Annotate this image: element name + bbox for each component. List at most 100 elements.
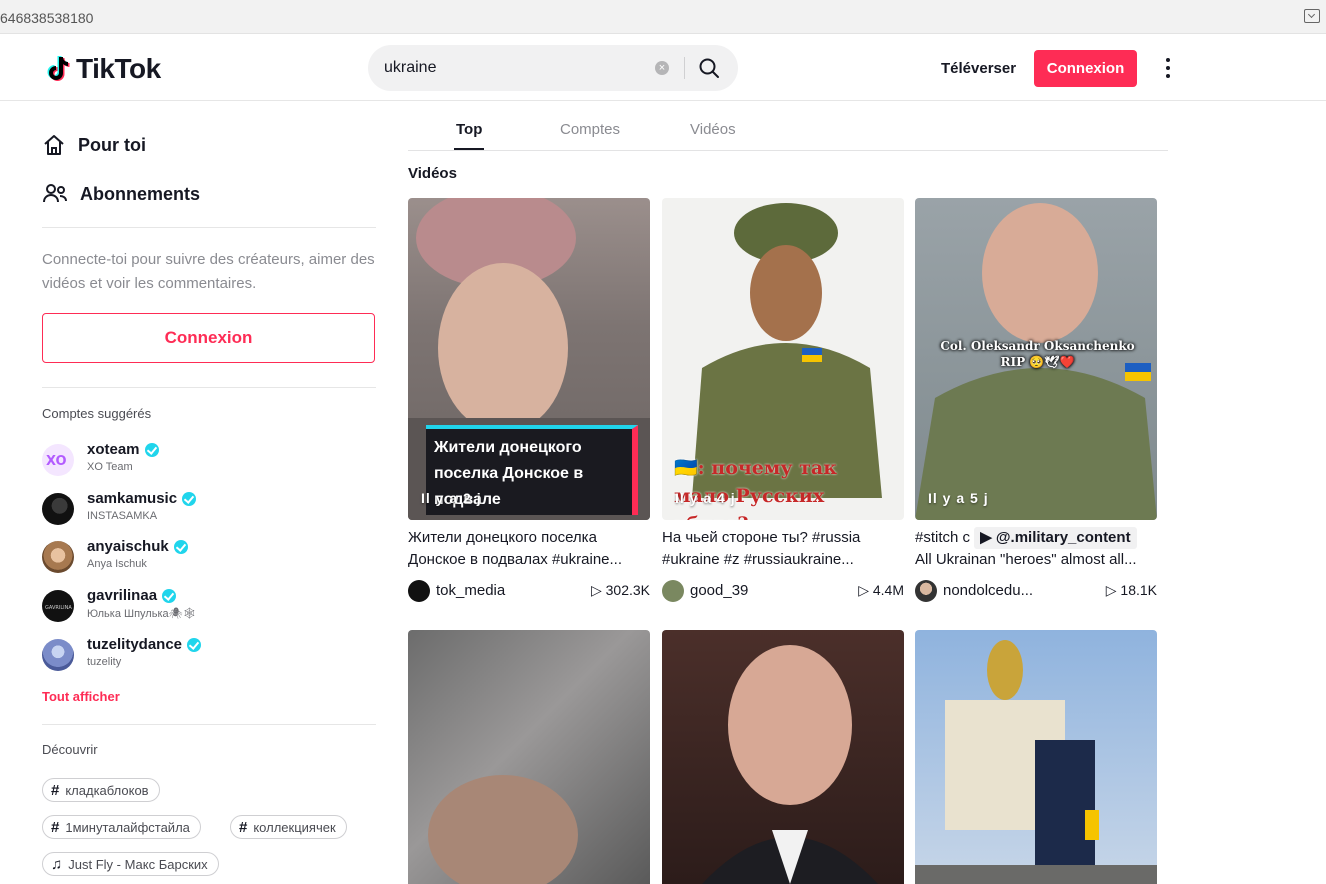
posted-time: Il y a 5 j <box>928 490 989 506</box>
avatar-text: GAVRILINA <box>45 605 72 611</box>
verified-icon <box>173 539 188 554</box>
suggested-account-anyaischuk[interactable]: anyaischuk Anya Ischuk <box>42 538 292 576</box>
browser-url-bar: 646838538180 <box>0 0 1326 34</box>
see-all-link[interactable]: Tout afficher <box>42 689 120 704</box>
video-meta: tok_media ▷ 302.3K <box>408 579 650 603</box>
video-meta: nondolcedu... ▷ 18.1K <box>915 579 1157 603</box>
suggested-account-tuzelitydance[interactable]: tuzelitydance tuzelity <box>42 636 292 674</box>
avatar <box>42 639 74 671</box>
logo-text: TikTok <box>76 53 161 84</box>
avatar-text: XO <box>46 454 67 469</box>
tag-label: кладкаблоков <box>65 782 149 798</box>
divider <box>42 724 376 725</box>
discover-music-tag[interactable]: ♫ Just Fly - Макс Барских <box>42 852 219 876</box>
video-thumbnail[interactable] <box>408 630 650 884</box>
author-name[interactable]: good_39 <box>690 582 748 599</box>
posted-time: Il y a 2 j <box>421 490 482 506</box>
video-thumbnail[interactable]: 🇺🇦: почему так мало Русских убито? Il y … <box>662 198 904 520</box>
home-icon <box>44 135 64 155</box>
thumbnail-image <box>702 645 878 884</box>
divider <box>42 387 376 388</box>
suggested-account-gavrilinaa[interactable]: GAVRILINA gavrilinaa Юлька Шпулька🕷🕸 <box>42 587 292 625</box>
following-icon <box>43 184 67 203</box>
video-thumbnail[interactable] <box>915 630 1157 884</box>
video-caption-overlay: 🇺🇦: почему так мало Русских убито? <box>674 457 837 520</box>
account-nickname: tuzelity <box>87 656 122 668</box>
clear-search-icon[interactable]: × <box>655 61 669 75</box>
tab-accounts[interactable]: Comptes <box>560 121 620 138</box>
video-description[interactable]: #stitch с ▶ @.military_content All Ukrai… <box>915 527 1157 571</box>
avatar <box>42 541 74 573</box>
video-thumbnail[interactable] <box>662 630 904 884</box>
posted-time: Il y a 4 j <box>675 490 736 506</box>
account-nickname: XO Team <box>87 461 133 473</box>
nav-following[interactable]: Abonnements <box>42 182 200 206</box>
tag-label: коллекциячек <box>253 819 336 835</box>
thumbnail-image <box>915 640 1157 884</box>
search-results: Top Comptes Vidéos Vidéos Жители донецко… <box>408 101 1168 884</box>
verified-icon <box>162 588 177 603</box>
sidebar-login-button[interactable]: Connexion <box>42 313 375 363</box>
result-tabs: Top Comptes Vidéos <box>408 101 1168 151</box>
search-divider <box>684 57 685 79</box>
search-bar: × <box>368 45 738 91</box>
author-avatar[interactable] <box>662 580 684 602</box>
search-input[interactable] <box>384 57 644 79</box>
login-prompt: Connecte-toi pour suivre des créateurs, … <box>42 251 375 292</box>
discover-tag[interactable]: # 1минуталайфстайла <box>42 815 201 839</box>
suggested-account-samkamusic[interactable]: samkamusic INSTASAMKA <box>42 490 292 528</box>
more-options-icon[interactable] <box>1160 56 1176 80</box>
hashtag-icon: # <box>51 781 60 799</box>
discover-title: Découvrir <box>42 742 98 757</box>
author-avatar[interactable] <box>915 580 937 602</box>
search-icon[interactable] <box>698 57 720 79</box>
avatar: XO <box>42 444 74 476</box>
account-nickname: Юлька Шпулька🕷🕸 <box>87 608 197 620</box>
tab-top[interactable]: Top <box>456 121 482 138</box>
author-name[interactable]: nondolcedu... <box>943 582 1033 599</box>
tag-label: 1минуталайфстайла <box>65 819 190 835</box>
verified-icon <box>187 637 202 652</box>
suggested-account-xoteam[interactable]: XO xoteam XO Team <box>42 441 292 479</box>
sidebar: Pour toi Abonnements Connecte-toi pour s… <box>42 101 376 884</box>
divider <box>42 227 376 228</box>
video-description[interactable]: На чьей стороне ты? #russia #ukraine #z … <box>662 527 904 571</box>
discover-tag[interactable]: # коллекциячек <box>230 815 347 839</box>
view-count: ▷ 302.3K <box>590 582 650 598</box>
account-nickname: INSTASAMKA <box>87 510 158 522</box>
hashtag-icon: # <box>239 818 248 836</box>
verified-icon <box>144 442 159 457</box>
video-meta: good_39 ▷ 4.4M <box>662 579 904 603</box>
account-username: samkamusic <box>87 490 197 507</box>
view-count: ▷ 18.1K <box>1105 582 1157 598</box>
active-tab-indicator <box>454 148 484 150</box>
video-thumbnail[interactable]: Жители донецкого поселка Донское в подва… <box>408 198 650 520</box>
account-username: tuzelitydance <box>87 636 202 653</box>
tab-videos[interactable]: Vidéos <box>690 121 736 138</box>
author-name[interactable]: tok_media <box>436 582 505 599</box>
nav-for-you[interactable]: Pour toi <box>42 133 146 157</box>
video-description[interactable]: Жители донецкого поселка Донское в подва… <box>408 527 650 571</box>
avatar <box>42 493 74 525</box>
upload-link[interactable]: Téléverser <box>941 60 1016 77</box>
section-title: Vidéos <box>408 165 457 182</box>
account-username: anyaischuk <box>87 538 188 555</box>
stitch-tag[interactable]: ▶ @.military_content <box>974 527 1137 549</box>
account-nickname: Anya Ischuk <box>87 558 147 570</box>
nav-label: Pour toi <box>78 134 146 155</box>
tiktok-logo[interactable]: TikTok <box>46 53 161 84</box>
suggested-accounts-title: Comptes suggérés <box>42 406 152 421</box>
hashtag-icon: # <box>51 818 60 836</box>
avatar: GAVRILINA <box>42 590 74 622</box>
url-text[interactable]: 646838538180 <box>0 10 93 26</box>
download-icon[interactable] <box>1304 9 1320 23</box>
thumbnail-image <box>428 775 578 884</box>
discover-tag[interactable]: # кладкаблоков <box>42 778 160 802</box>
tiktok-note-icon <box>47 56 70 81</box>
account-username: gavrilinaa <box>87 587 177 604</box>
header-login-button[interactable]: Connexion <box>1034 50 1137 87</box>
author-avatar[interactable] <box>408 580 430 602</box>
video-caption-overlay: Col. Oleksandr Oksanchenko RIP 🥺🕊❤️ <box>940 339 1135 369</box>
verified-icon <box>182 491 197 506</box>
video-thumbnail[interactable]: Col. Oleksandr Oksanchenko RIP 🥺🕊❤️ Il y… <box>915 198 1157 520</box>
